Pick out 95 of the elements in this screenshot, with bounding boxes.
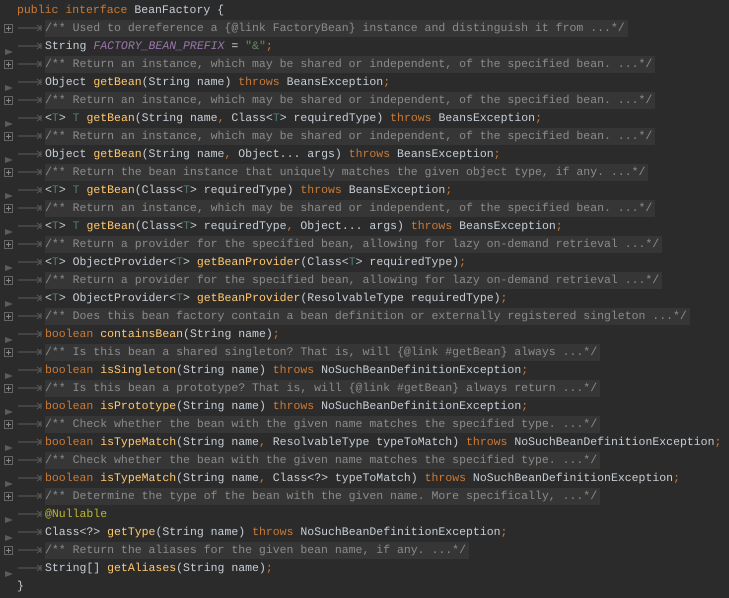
tab-arrow-icon <box>17 420 43 428</box>
fold-marker-icon <box>5 517 13 523</box>
code-line: } <box>17 578 24 594</box>
fold-marker-icon <box>5 193 13 199</box>
code-comment: /** Return a provider for the specified bean, allowing for lazy on-demand retrieval ...*/ <box>45 236 662 252</box>
fold-expand-icon[interactable] <box>4 384 13 392</box>
code-line: Class<?> getType(String name) throws NoSuchBeanDefinitionException; <box>45 524 508 540</box>
tab-arrow-icon <box>17 240 43 248</box>
code-comment: /** Used to dereference a {@link FactoryBean} instance and distinguish it from ...*/ <box>45 20 628 36</box>
tab-arrow-icon <box>17 150 43 158</box>
fold-marker-icon <box>5 373 13 379</box>
code-line: <T> ObjectProvider<T> getBeanProvider(ResolvableType requiredType); <box>45 290 508 306</box>
code-line: boolean containsBean(String name); <box>45 326 280 342</box>
code-line: boolean isTypeMatch(String name, ResolvableType typeToMatch) throws NoSuchBeanDefinitionException; <box>45 434 722 450</box>
tab-arrow-icon <box>17 528 43 536</box>
code-comment: /** Return the bean instance that uniquely matches the given object type, if any. ...*/ <box>45 164 648 180</box>
fold-marker-icon <box>5 49 13 55</box>
tab-arrow-icon <box>17 456 43 464</box>
fold-expand-icon[interactable] <box>4 132 13 140</box>
code-comment: /** Return an instance, which may be shared or independent, of the specified bean. ...*/ <box>45 128 656 144</box>
tab-arrow-icon <box>17 186 43 194</box>
code-comment: /** Check whether the bean with the given name matches the specified type. ...*/ <box>45 416 600 432</box>
fold-expand-icon[interactable] <box>4 168 13 176</box>
tab-arrow-icon <box>17 330 43 338</box>
fold-marker-icon <box>5 157 13 163</box>
fold-expand-icon[interactable] <box>4 240 13 248</box>
code-line: boolean isPrototype(String name) throws NoSuchBeanDefinitionException; <box>45 398 528 414</box>
fold-expand-icon[interactable] <box>4 96 13 104</box>
tab-arrow-icon <box>17 222 43 230</box>
code-line: @Nullable <box>45 506 108 522</box>
tab-arrow-icon <box>17 96 43 104</box>
fold-expand-icon[interactable] <box>4 456 13 464</box>
fold-expand-icon[interactable] <box>4 420 13 428</box>
code-comment: /** Return the aliases for the given bean name, if any. ...*/ <box>45 542 469 558</box>
tab-arrow-icon <box>17 258 43 266</box>
tab-arrow-icon <box>17 168 43 176</box>
code-line: <T> ObjectProvider<T> getBeanProvider(Class<T> requiredType); <box>45 254 466 270</box>
tab-arrow-icon <box>17 60 43 68</box>
tab-arrow-icon <box>17 366 43 374</box>
fold-expand-icon[interactable] <box>4 276 13 284</box>
code-line: Object getBean(String name, Object... args) throws BeansException; <box>45 146 501 162</box>
tab-arrow-icon <box>17 474 43 482</box>
fold-marker-icon <box>5 337 13 343</box>
tab-arrow-icon <box>17 546 43 554</box>
tab-arrow-icon <box>17 438 43 446</box>
code-comment: /** Return an instance, which may be shared or independent, of the specified bean. ...*/ <box>45 200 656 216</box>
fold-marker-icon <box>5 409 13 415</box>
tab-arrow-icon <box>17 564 43 572</box>
tab-arrow-icon <box>17 78 43 86</box>
fold-expand-icon[interactable] <box>4 204 13 212</box>
tab-arrow-icon <box>17 24 43 32</box>
code-line: <T> T getBean(Class<T> requiredType, Object... args) throws BeansException; <box>45 218 563 234</box>
fold-marker-icon <box>5 301 13 307</box>
code-comment: /** Does this bean factory contain a bean definition or externally registered singleton ...*/ <box>45 308 690 324</box>
tab-arrow-icon <box>17 114 43 122</box>
tab-arrow-icon <box>17 132 43 140</box>
code-line: public interface BeanFactory { <box>17 2 224 18</box>
code-line: boolean isTypeMatch(String name, Class<?> typeToMatch) throws NoSuchBeanDefinitionException; <box>45 470 680 486</box>
fold-marker-icon <box>5 535 13 541</box>
fold-marker-icon <box>5 265 13 271</box>
fold-marker-icon <box>5 229 13 235</box>
tab-arrow-icon <box>17 42 43 50</box>
tab-arrow-icon <box>17 384 43 392</box>
fold-expand-icon[interactable] <box>4 24 13 32</box>
code-comment: /** Is this bean a prototype? That is, will {@link #getBean} always return ...*/ <box>45 380 600 396</box>
code-comment: /** Return an instance, which may be shared or independent, of the specified bean. ...*/ <box>45 92 656 108</box>
fold-marker-icon <box>5 481 13 487</box>
fold-marker-icon <box>5 85 13 91</box>
fold-marker-icon <box>5 121 13 127</box>
tab-arrow-icon <box>17 204 43 212</box>
fold-marker-icon <box>5 445 13 451</box>
tab-arrow-icon <box>17 276 43 284</box>
code-line: boolean isSingleton(String name) throws NoSuchBeanDefinitionException; <box>45 362 528 378</box>
tab-arrow-icon <box>17 402 43 410</box>
tab-arrow-icon <box>17 348 43 356</box>
code-comment: /** Return an instance, which may be shared or independent, of the specified bean. ...*/ <box>45 56 656 72</box>
code-comment: /** Is this bean a shared singleton? That is, will {@link #getBean} always ...*/ <box>45 344 600 360</box>
fold-expand-icon[interactable] <box>4 312 13 320</box>
code-line: String[] getAliases(String name); <box>45 560 273 576</box>
fold-expand-icon[interactable] <box>4 546 13 554</box>
fold-expand-icon[interactable] <box>4 492 13 500</box>
code-comment: /** Determine the type of the bean with the given name. More specifically, ...*/ <box>45 488 600 504</box>
tab-arrow-icon <box>17 492 43 500</box>
fold-expand-icon[interactable] <box>4 348 13 356</box>
tab-arrow-icon <box>17 510 43 518</box>
fold-expand-icon[interactable] <box>4 60 13 68</box>
fold-marker-icon <box>5 571 13 577</box>
code-line: Object getBean(String name) throws BeansException; <box>45 74 390 90</box>
code-line: String FACTORY_BEAN_PREFIX = "&"; <box>45 38 273 54</box>
code-line: <T> T getBean(Class<T> requiredType) throws BeansException; <box>45 182 452 198</box>
code-line: <T> T getBean(String name, Class<T> requiredType) throws BeansException; <box>45 110 542 126</box>
tab-arrow-icon <box>17 294 43 302</box>
code-comment: /** Check whether the bean with the given name matches the specified type. ...*/ <box>45 452 600 468</box>
code-comment: /** Return a provider for the specified bean, allowing for lazy on-demand retrieval ...*/ <box>45 272 662 288</box>
tab-arrow-icon <box>17 312 43 320</box>
